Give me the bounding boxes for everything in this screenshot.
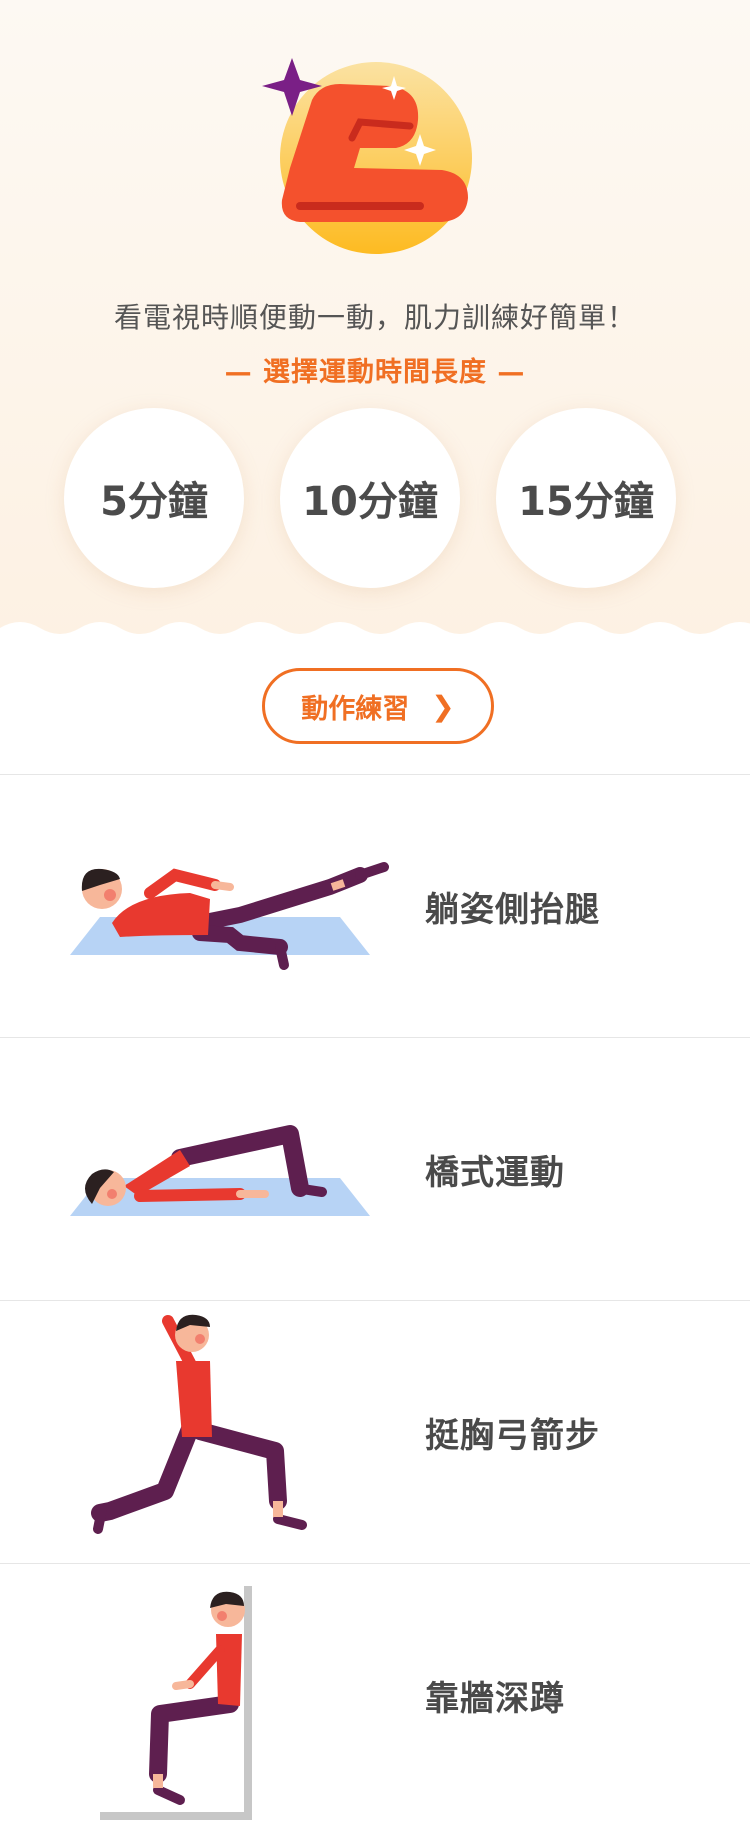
- practice-button[interactable]: 動作練習 ❯: [262, 668, 494, 744]
- duration-15min-button[interactable]: 15分鐘: [496, 408, 676, 588]
- chevron-right-icon: ❯: [431, 689, 455, 723]
- duration-subhead: — 選擇運動時間長度 —: [224, 357, 526, 388]
- exercise-item-wall-squat[interactable]: 靠牆深蹲: [0, 1563, 750, 1826]
- exercise-label: 靠牆深蹲: [425, 1678, 565, 1719]
- duration-10min-button[interactable]: 10分鐘: [280, 408, 460, 588]
- exercise-label: 躺姿側抬腿: [425, 889, 600, 930]
- lying-stretch-icon: [262, 58, 472, 254]
- exercise-item-bridge[interactable]: 橋式運動: [0, 1037, 750, 1300]
- duration-5min-button[interactable]: 5分鐘: [64, 408, 244, 588]
- exercise-list: 躺姿側抬腿 橋式運動 挺胸弓箭步 靠牆深蹲: [0, 774, 750, 1826]
- wall-squat-illustration: [100, 1586, 252, 1820]
- bridge-illustration: [70, 1125, 370, 1216]
- exercise-item-lunge[interactable]: 挺胸弓箭步: [0, 1300, 750, 1563]
- exercise-label: 橋式運動: [425, 1152, 565, 1193]
- wave-divider: [0, 622, 750, 656]
- tagline: 看電視時順便動一動，肌力訓練好簡單！: [113, 301, 636, 334]
- exercise-item-side-leg-raise[interactable]: 躺姿側抬腿: [0, 774, 750, 1037]
- hero-section: 看電視時順便動一動，肌力訓練好簡單！ — 選擇運動時間長度 — 5分鐘 10分鐘…: [0, 0, 750, 656]
- practice-button-label: 動作練習: [301, 693, 410, 725]
- exercise-label: 挺胸弓箭步: [425, 1415, 600, 1456]
- lunge-illustration: [91, 1314, 307, 1534]
- side-leg-raise-illustration: [70, 862, 389, 970]
